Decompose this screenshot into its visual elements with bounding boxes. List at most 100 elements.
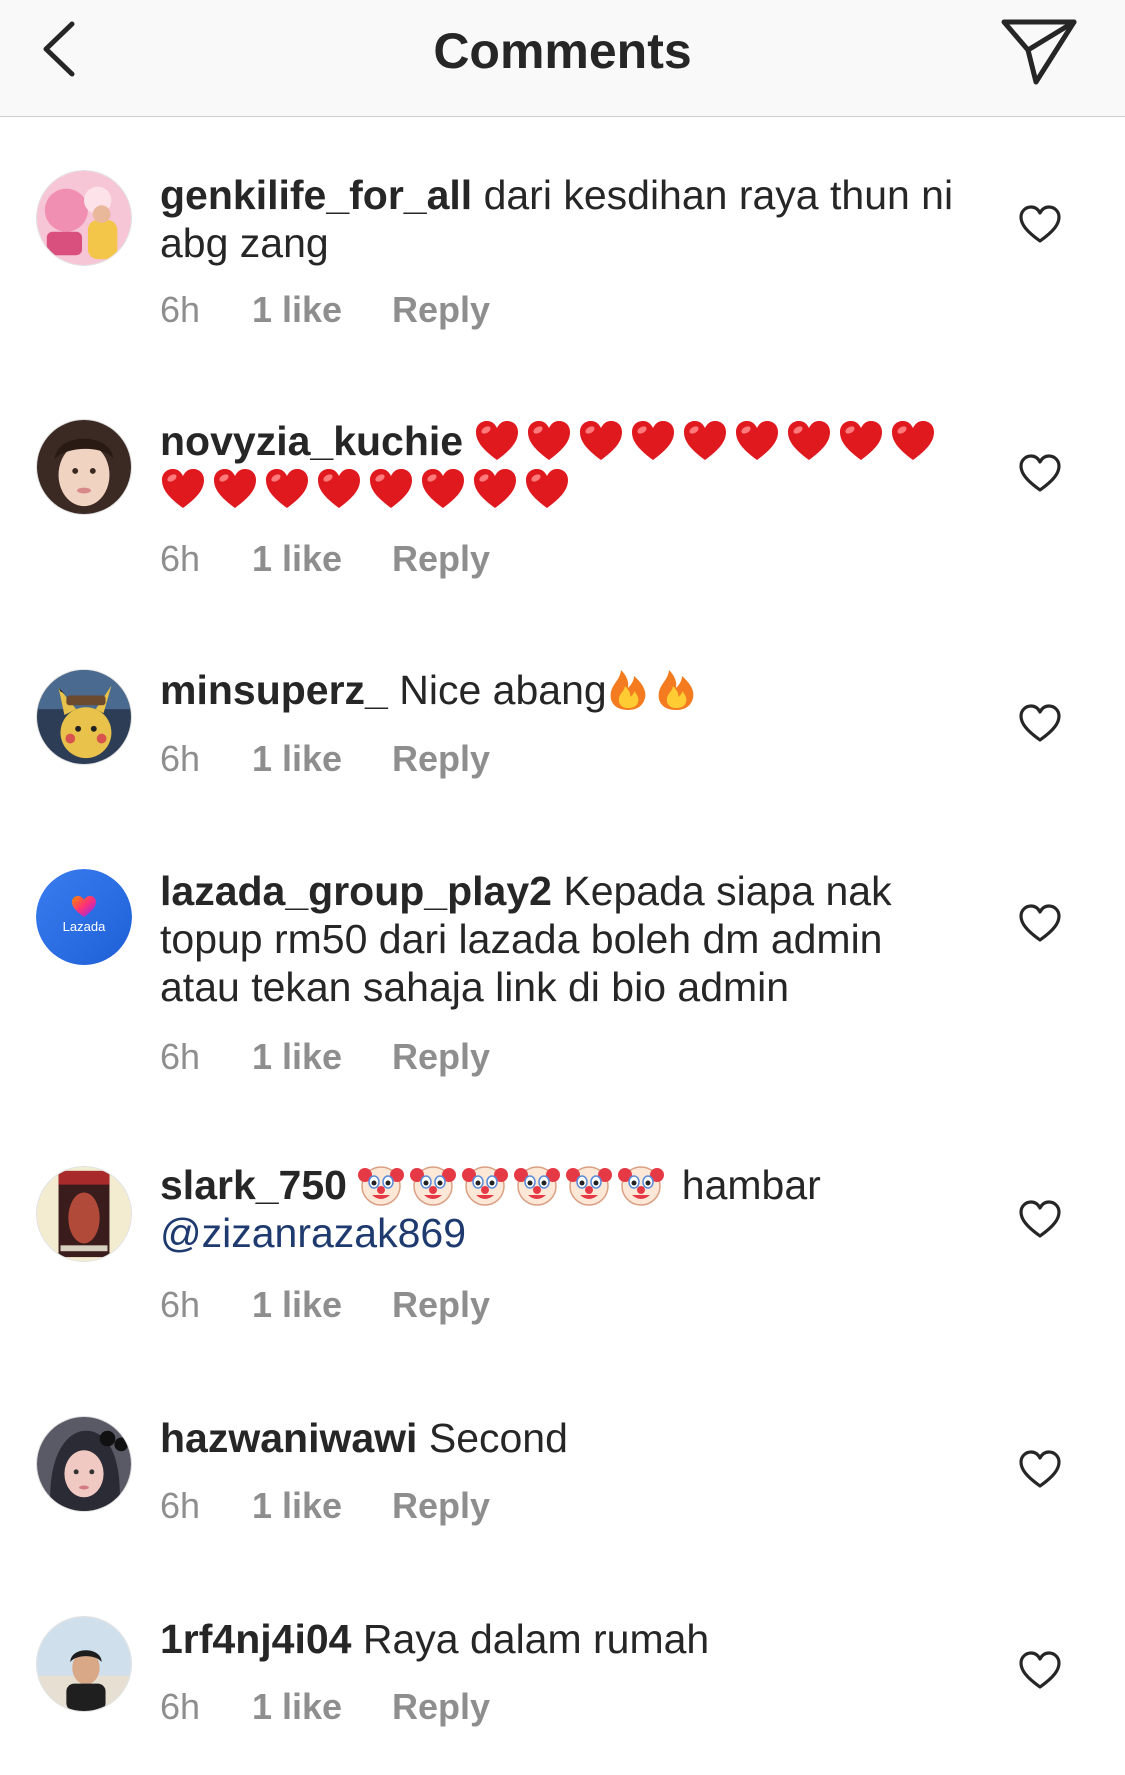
comment-body: Raya dalam rumah [362, 1616, 710, 1662]
avatar[interactable]: Lazada [36, 869, 132, 965]
avatar-image [37, 670, 131, 764]
red-heart-emoji [786, 419, 832, 463]
like-button[interactable] [1018, 1450, 1062, 1490]
heart-outline-icon [1019, 205, 1061, 243]
comment-username[interactable]: 1rf4nj4i04 [160, 1616, 351, 1662]
page-title: Comments [433, 23, 692, 79]
comment-meta: 6h 1 like Reply [160, 738, 490, 780]
heart-outline-icon [1019, 1651, 1061, 1689]
like-button[interactable] [1018, 454, 1062, 494]
comment-time: 6h [160, 538, 201, 579]
header-bar: Comments [0, 0, 1125, 117]
red-heart-emoji [890, 419, 936, 463]
red-heart-emoji [682, 419, 728, 463]
heart-outline-icon [1019, 1200, 1061, 1238]
comment-likes[interactable]: 1 like [252, 1036, 392, 1078]
red-heart-emoji [838, 419, 884, 463]
red-heart-emoji [474, 419, 520, 463]
comment-meta: 6h 1 like Reply [160, 289, 490, 331]
comment-likes[interactable]: 1 like [252, 1284, 392, 1326]
comment-time: 6h [160, 1036, 201, 1077]
comment-text: slark_750 hambar @zizanrazak869 [160, 1161, 960, 1257]
avatar[interactable] [36, 1166, 132, 1262]
comment-time: 6h [160, 289, 201, 330]
fire-emoji [655, 666, 697, 712]
red-heart-emoji [526, 419, 572, 463]
like-button[interactable] [1018, 205, 1062, 245]
comment-time: 6h [160, 1485, 201, 1526]
heart-outline-icon [1019, 904, 1061, 942]
comment-username[interactable]: genkilife_for_all [160, 172, 472, 218]
clown-face-emoji [566, 1161, 613, 1207]
comment-meta: 6h 1 like Reply [160, 1686, 490, 1728]
comment-time: 6h [160, 1284, 201, 1325]
comment-likes[interactable]: 1 like [252, 538, 392, 580]
red-heart-emoji [524, 467, 570, 511]
avatar[interactable] [36, 170, 132, 266]
like-button[interactable] [1018, 904, 1062, 944]
clown-face-emoji [358, 1161, 405, 1207]
reply-button[interactable]: Reply [392, 1284, 490, 1326]
red-heart-emoji [160, 467, 206, 511]
red-heart-emoji [734, 419, 780, 463]
heart-outline-icon [1019, 454, 1061, 492]
comment-meta: 6h 1 like Reply [160, 1485, 490, 1527]
reply-button[interactable]: Reply [392, 538, 490, 580]
share-button[interactable] [998, 12, 1080, 88]
comment-meta: 6h 1 like Reply [160, 538, 490, 580]
heart-outline-icon [1019, 704, 1061, 742]
avatar-image [37, 1617, 131, 1711]
avatar[interactable] [36, 1616, 132, 1712]
avatar[interactable] [36, 1416, 132, 1512]
reply-button[interactable]: Reply [392, 289, 490, 331]
reply-button[interactable]: Reply [392, 1036, 490, 1078]
red-heart-emoji [420, 467, 466, 511]
comment-text: lazada_group_play2 Kepada siapa nak topu… [160, 867, 960, 1011]
comment-text: minsuperz_ Nice abang [160, 666, 960, 714]
comment-likes[interactable]: 1 like [252, 1485, 392, 1527]
comment-username[interactable]: slark_750 [160, 1162, 347, 1208]
reply-button[interactable]: Reply [392, 738, 490, 780]
red-heart-emoji [578, 419, 624, 463]
comment-username[interactable]: hazwaniwawi [160, 1415, 417, 1461]
reply-button[interactable]: Reply [392, 1485, 490, 1527]
clown-face-emoji [462, 1161, 509, 1207]
red-heart-emoji [212, 467, 258, 511]
avatar-image [37, 420, 131, 514]
comment-text: genkilife_for_all dari kesdihan raya thu… [160, 171, 960, 267]
comment-username[interactable]: lazada_group_play2 [160, 868, 552, 914]
clown-face-emoji [618, 1161, 665, 1207]
comment-body: hambar [681, 1162, 821, 1208]
like-button[interactable] [1018, 704, 1062, 744]
lazada-logo: Lazada [36, 869, 132, 965]
red-heart-emoji [316, 467, 362, 511]
comment-text: 1rf4nj4i04 Raya dalam rumah [160, 1615, 960, 1663]
comment-time: 6h [160, 1686, 201, 1727]
comment-likes[interactable]: 1 like [252, 289, 392, 331]
comment-meta: 6h 1 like Reply [160, 1036, 490, 1078]
like-button[interactable] [1018, 1651, 1062, 1691]
like-button[interactable] [1018, 1200, 1062, 1240]
heart-outline-icon [1019, 1450, 1061, 1488]
avatar-image [37, 1417, 131, 1511]
avatar[interactable] [36, 669, 132, 765]
comment-body: Second [428, 1415, 568, 1461]
comment-text: hazwaniwawi Second [160, 1414, 960, 1462]
red-heart-emoji [472, 467, 518, 511]
avatar-image [37, 171, 131, 265]
comment-username[interactable]: novyzia_kuchie [160, 418, 463, 464]
red-heart-emoji [630, 419, 676, 463]
comment-likes[interactable]: 1 like [252, 738, 392, 780]
avatar[interactable] [36, 419, 132, 515]
comment-likes[interactable]: 1 like [252, 1686, 392, 1728]
comment-text: novyzia_kuchie [160, 417, 980, 513]
paper-plane-icon [1001, 19, 1077, 85]
mention-link[interactable]: @zizanrazak869 [160, 1210, 466, 1256]
red-heart-emoji [368, 467, 414, 511]
fire-emoji-group [607, 667, 703, 713]
comment-username[interactable]: minsuperz_ [160, 667, 388, 713]
fire-emoji [607, 666, 649, 712]
clown-face-emoji [410, 1161, 457, 1207]
clown-face-emoji [514, 1161, 561, 1207]
reply-button[interactable]: Reply [392, 1686, 490, 1728]
